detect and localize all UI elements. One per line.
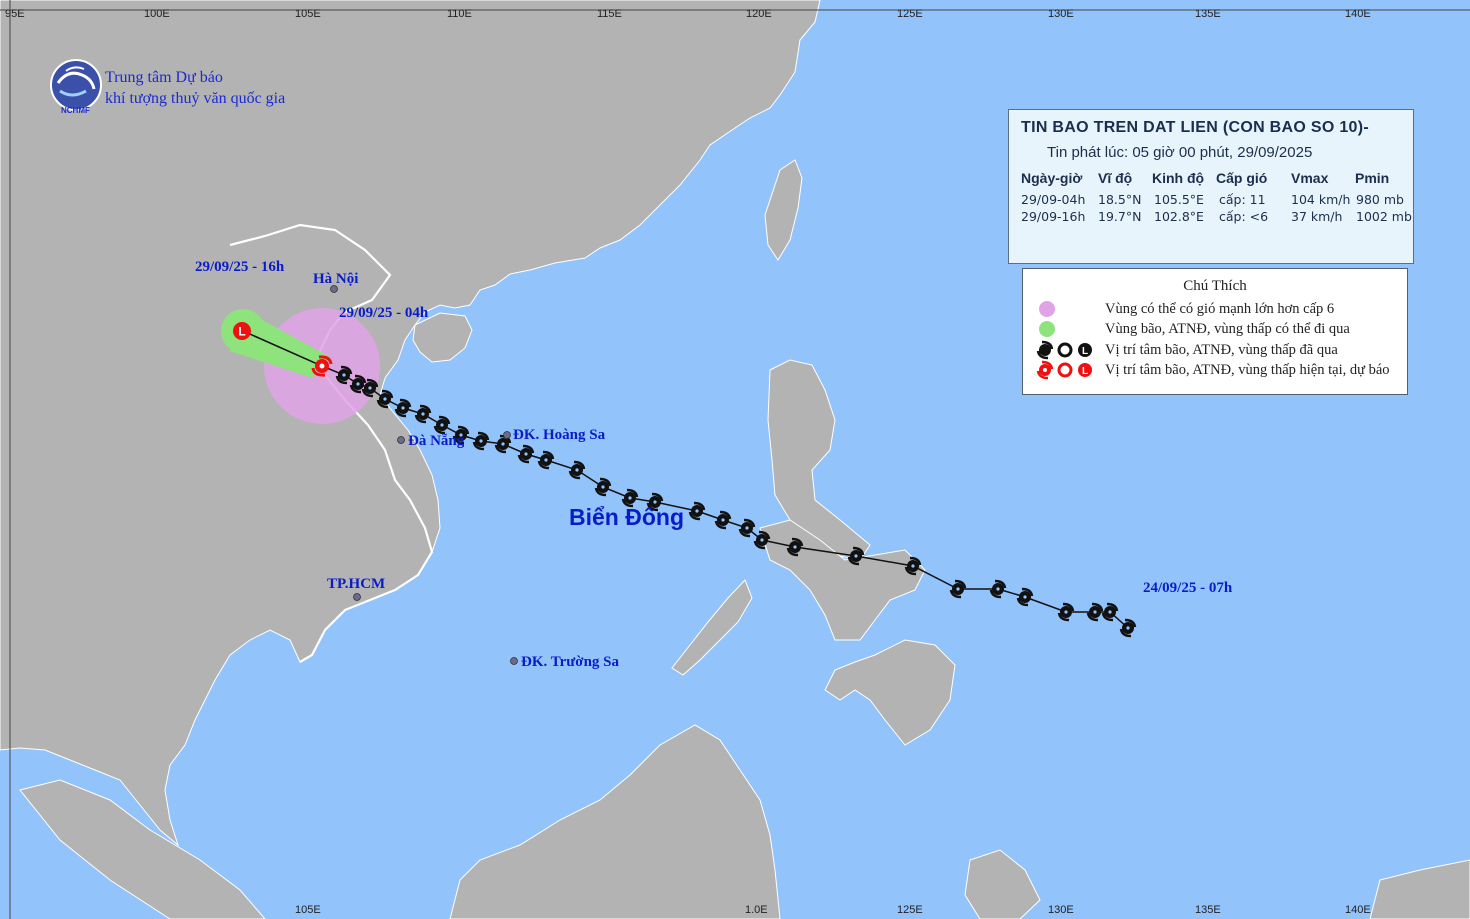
bottom-tick-label: 105E — [295, 904, 321, 916]
legend-box: Chú Thích L L Vùng có thể có gió mạnh lớ… — [1022, 268, 1408, 395]
col-header-lon: Kinh độ — [1152, 170, 1205, 186]
bottom-tick-label: 125E — [897, 904, 923, 916]
hoangsa-marker — [503, 431, 511, 439]
label-hanoi: Hà Nội — [313, 271, 359, 287]
row2-pmin: 1002 mb — [1356, 209, 1412, 224]
bottom-tick-label: 1.0E — [745, 904, 768, 916]
top-tick-label: 115E — [597, 8, 622, 20]
svg-text:L: L — [1082, 346, 1088, 357]
svg-text:L: L — [1082, 366, 1088, 377]
logo-text: NCHMF — [61, 106, 90, 115]
top-tick-label: 135E — [1195, 8, 1221, 20]
legend-past-typhoon-icon — [1039, 344, 1051, 356]
row2-vmax: 37 km/h — [1291, 209, 1343, 224]
bottom-tick-label: 130E — [1048, 904, 1074, 916]
svg-text:L: L — [238, 325, 245, 339]
row1-vmax: 104 km/h — [1291, 192, 1351, 207]
row1-wind-level: cấp: 11 — [1219, 192, 1266, 207]
legend-current-symbols: L — [1036, 360, 1092, 380]
nchmf-logo-icon — [50, 59, 102, 111]
legend-symbols: L L — [1036, 301, 1092, 380]
bottom-tick-label: 140E — [1345, 904, 1371, 916]
top-tick-label: 125E — [897, 8, 923, 20]
top-tick-label: 130E — [1048, 8, 1074, 20]
legend-item-wind-zone: Vùng có thể có gió mạnh lớn hơn cấp 6 — [1105, 301, 1335, 317]
col-header-wind-level: Cấp gió — [1216, 170, 1268, 186]
legend-wind-zone-swatch — [1039, 301, 1055, 317]
top-tick-label: 95E — [5, 8, 25, 20]
org-name-line1: Trung tâm Dự báo — [105, 69, 223, 86]
legend-past-symbols: L — [1036, 340, 1092, 360]
legend-item-cone: Vùng bão, ATNĐ, vùng thấp có thể đi qua — [1105, 321, 1350, 337]
legend-item-current: Vị trí tâm bão, ATNĐ, vùng thấp hiện tại… — [1105, 362, 1390, 378]
legend-past-depression-icon — [1057, 342, 1073, 358]
label-track-current: 29/09/25 - 04h — [339, 305, 429, 321]
top-tick-label: 110E — [447, 8, 472, 20]
danang-marker — [397, 436, 405, 444]
legend-cone-swatch — [1039, 321, 1055, 337]
storm-map: L 95E 100E 105E 110E 115E 120E 125E 130E 135E 140… — [0, 0, 1470, 919]
bulletin-issued-time: Tin phát lúc: 05 giờ 00 phút, 29/09/2025 — [1047, 144, 1313, 161]
label-truongsa: ĐK. Trường Sa — [521, 654, 620, 670]
label-danang: Đà Nẵng — [408, 433, 465, 449]
legend-item-past: Vị trí tâm bão, ATNĐ, vùng thấp đã qua — [1105, 342, 1338, 358]
row2-lat: 19.7°N — [1098, 209, 1142, 224]
col-header-vmax: Vmax — [1291, 170, 1329, 186]
label-track-forecast: 29/09/25 - 16h — [195, 259, 285, 275]
row1-lon: 105.5°E — [1154, 192, 1204, 207]
label-track-start: 24/09/25 - 07h — [1143, 580, 1233, 596]
col-header-lat: Vĩ độ — [1098, 170, 1133, 186]
forecast-low-L-icon: L — [233, 322, 251, 340]
col-header-datetime: Ngày-giờ — [1021, 170, 1083, 186]
legend-current-depression-icon — [1057, 362, 1073, 378]
bulletin-title: TIN BAO TREN DAT LIEN (CON BAO SO 10)- — [1021, 119, 1369, 136]
row1-datetime: 29/09-04h — [1021, 192, 1086, 207]
top-tick-label: 120E — [746, 8, 772, 20]
row2-lon: 102.8°E — [1154, 209, 1204, 224]
hcm-marker — [353, 593, 361, 601]
label-hoangsa: ĐK. Hoàng Sa — [513, 427, 606, 443]
row1-lat: 18.5°N — [1098, 192, 1142, 207]
org-name-line2: khí tượng thuỷ văn quốc gia — [105, 90, 286, 107]
row1-pmin: 980 mb — [1356, 192, 1404, 207]
label-bien-dong: Biển Đông — [569, 504, 684, 530]
top-tick-label: 140E — [1345, 8, 1371, 20]
bottom-tick-label: 135E — [1195, 904, 1221, 916]
top-tick-label: 100E — [144, 8, 170, 20]
col-header-pmin: Pmin — [1355, 170, 1390, 186]
row2-wind-level: cấp: <6 — [1219, 209, 1269, 224]
truongsa-marker — [510, 657, 518, 665]
bulletin-info-box: TIN BAO TREN DAT LIEN (CON BAO SO 10)- T… — [1008, 109, 1414, 264]
label-hcm: TP.HCM — [327, 576, 386, 592]
top-tick-label: 105E — [295, 8, 321, 20]
row2-datetime: 29/09-16h — [1021, 209, 1086, 224]
